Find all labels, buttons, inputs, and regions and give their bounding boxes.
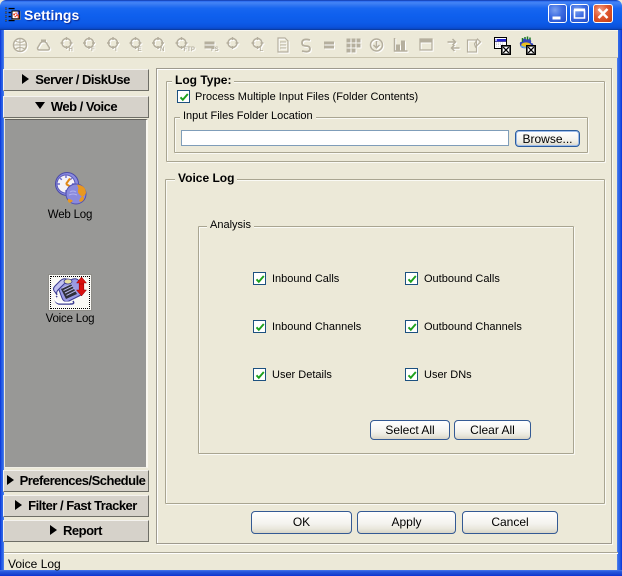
svg-text:L: L	[260, 47, 264, 53]
svg-text:FTP: FTP	[184, 47, 195, 53]
svg-text:E: E	[138, 47, 142, 53]
svg-text:FS: FS	[211, 47, 219, 53]
svg-text:N: N	[160, 47, 164, 53]
svg-text:F: F	[91, 47, 95, 53]
svg-text:H: H	[69, 47, 73, 53]
